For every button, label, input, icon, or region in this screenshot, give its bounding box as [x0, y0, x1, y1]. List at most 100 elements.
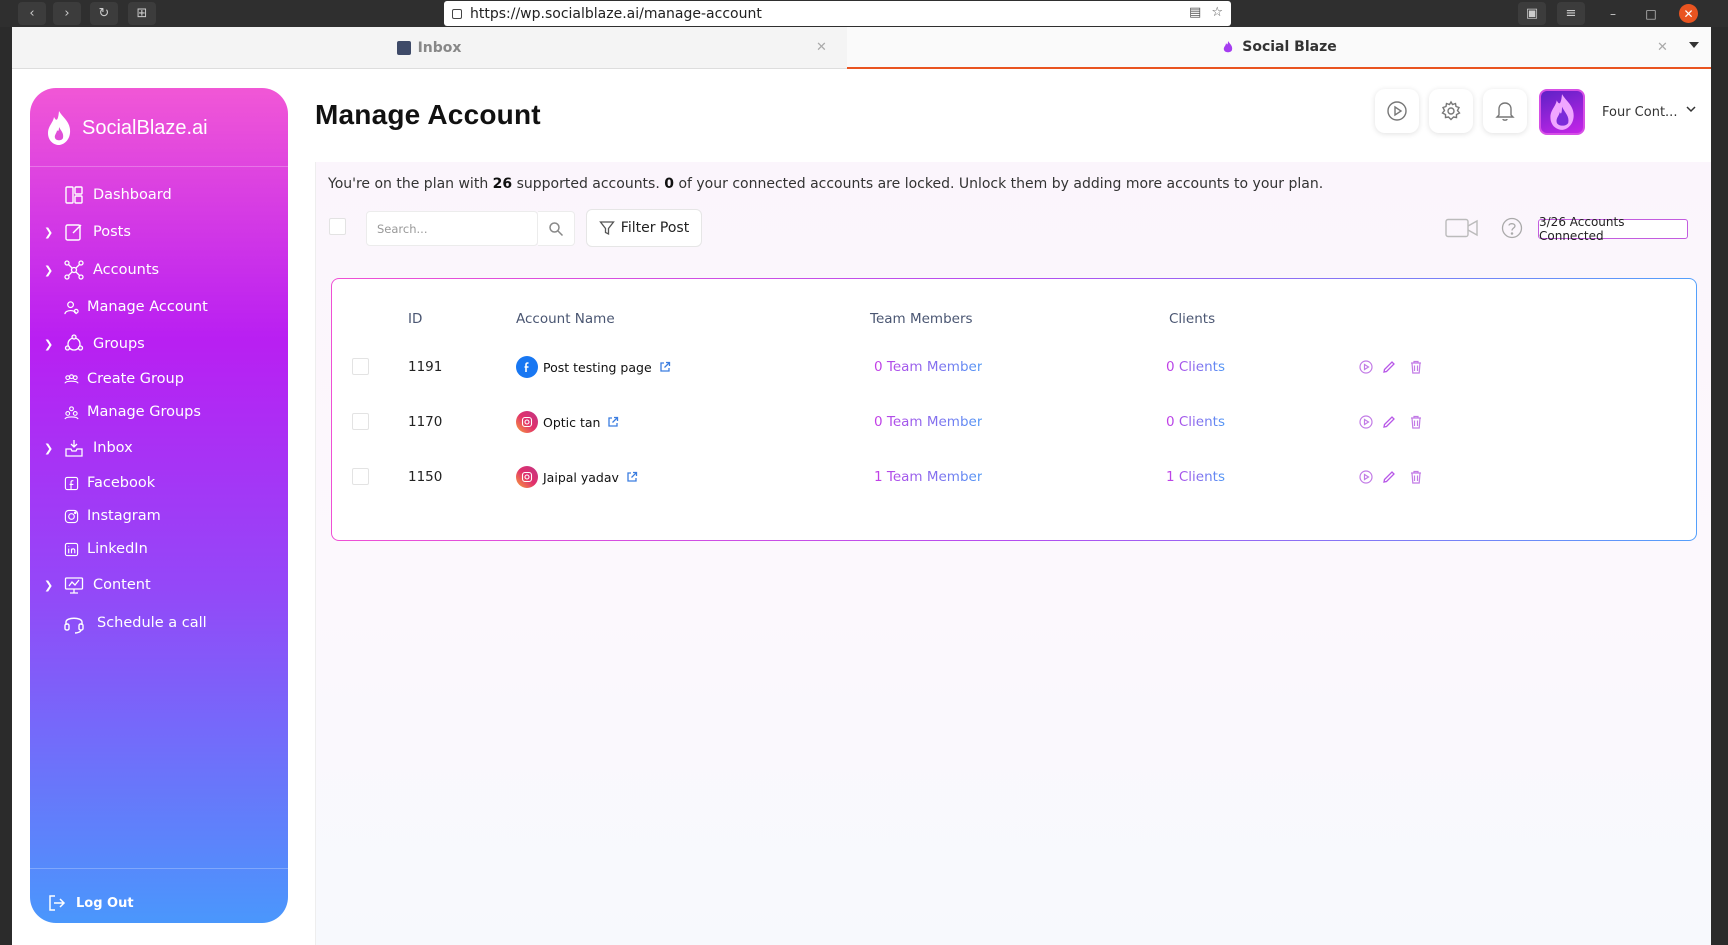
sidebar-item-label: Manage Account: [87, 299, 208, 315]
window-close-button[interactable]: ✕: [1679, 4, 1698, 23]
trash-icon[interactable]: [1409, 415, 1423, 429]
filter-post-button[interactable]: Filter Post: [586, 209, 702, 247]
chevron-down-icon[interactable]: [1685, 103, 1697, 115]
avatar[interactable]: [1539, 89, 1585, 135]
notifications-button[interactable]: [1483, 89, 1527, 133]
sidebar-item-schedule-call[interactable]: Schedule a call: [63, 612, 207, 634]
chevron-right-icon: ❯: [44, 578, 54, 592]
reload-button[interactable]: ↻: [90, 2, 118, 25]
sidebar-item-instagram[interactable]: Instagram: [63, 508, 161, 524]
close-icon[interactable]: ✕: [1657, 40, 1668, 55]
menu-button[interactable]: ≡: [1557, 2, 1585, 25]
account-name[interactable]: Post testing page: [543, 360, 652, 375]
header-account-name: Account Name: [516, 311, 615, 327]
play-circle-icon[interactable]: [1359, 360, 1373, 374]
close-icon[interactable]: ✕: [816, 40, 827, 55]
tab-list-chevron-icon[interactable]: [1689, 42, 1699, 48]
team-members-link[interactable]: 0 Team Member: [874, 359, 982, 375]
filter-icon: [598, 221, 615, 236]
sidebar-item-inbox[interactable]: ❯ Inbox: [30, 437, 133, 459]
inbox-icon: [63, 437, 85, 459]
bookmark-star-icon[interactable]: ☆: [1211, 5, 1223, 20]
settings-button[interactable]: [1429, 89, 1473, 133]
plan-info: You're on the plan with 26 supported acc…: [328, 176, 1323, 192]
extension-button[interactable]: ▣: [1518, 2, 1546, 25]
plan-text: You're on the plan with: [328, 176, 493, 192]
brand-logo[interactable]: SocialBlaze.ai: [44, 108, 208, 148]
tab-social-blaze[interactable]: Social Blaze ✕: [847, 27, 1711, 69]
external-link-icon[interactable]: [607, 416, 619, 428]
instagram-icon: [63, 508, 79, 524]
facebook-icon: [516, 356, 538, 378]
row-checkbox[interactable]: [352, 358, 369, 375]
lock-icon: [452, 8, 462, 19]
search-button[interactable]: [538, 211, 575, 246]
table-row: 1170 Optic tan 0 Team Member 0 Clients: [332, 403, 1695, 443]
edit-icon[interactable]: [1382, 360, 1396, 374]
row-checkbox[interactable]: [352, 413, 369, 430]
tutorial-video-button[interactable]: [1375, 89, 1419, 133]
sidebar: SocialBlaze.ai Dashboard ❯ Posts ❯ Accou…: [30, 88, 288, 923]
chevron-right-icon: ❯: [44, 337, 54, 351]
edit-icon[interactable]: [1382, 470, 1396, 484]
org-name[interactable]: Four Cont...: [1602, 105, 1677, 120]
sidebar-item-label: Accounts: [93, 262, 160, 278]
select-all-checkbox[interactable]: [329, 218, 346, 235]
reader-view-icon[interactable]: ▤: [1189, 5, 1201, 20]
account-name[interactable]: Jaipal yadav: [543, 470, 619, 485]
facebook-icon: [63, 475, 79, 491]
forward-button[interactable]: ›: [53, 2, 81, 25]
tab-strip: Inbox ✕ Social Blaze ✕: [12, 27, 1711, 69]
flame-avatar-icon: [1550, 94, 1574, 130]
accounts-table: ID Account Name Team Members Clients 119…: [331, 278, 1697, 541]
play-circle-icon[interactable]: [1359, 470, 1373, 484]
back-button[interactable]: ‹: [18, 2, 46, 25]
clients-link[interactable]: 0 Clients: [1166, 414, 1225, 430]
minimize-button[interactable]: –: [1600, 2, 1626, 25]
clients-link[interactable]: 0 Clients: [1166, 359, 1225, 375]
table-row: 1191 Post testing page 0 Team Member 0 C…: [332, 348, 1695, 388]
tab-inbox[interactable]: Inbox ✕: [12, 27, 846, 69]
sidebar-item-dashboard[interactable]: Dashboard: [63, 184, 172, 206]
account-name-cell: Jaipal yadav: [516, 466, 638, 488]
sidebar-item-accounts[interactable]: ❯ Accounts: [30, 259, 159, 281]
url-bar[interactable]: https://wp.socialblaze.ai/manage-account…: [444, 1, 1231, 26]
chevron-right-icon: ❯: [44, 225, 54, 239]
team-members-link[interactable]: 0 Team Member: [874, 414, 982, 430]
help-icon[interactable]: [1501, 217, 1523, 239]
search-input[interactable]: Search...: [366, 211, 538, 246]
external-link-icon[interactable]: [659, 361, 671, 373]
header-id: ID: [408, 311, 423, 327]
maximize-button[interactable]: □: [1638, 2, 1664, 25]
sidebar-item-manage-account[interactable]: Manage Account: [63, 299, 208, 315]
video-camera-icon[interactable]: [1445, 218, 1479, 238]
sidebar-item-posts[interactable]: ❯ Posts: [30, 221, 131, 243]
table-row: 1150 Jaipal yadav 1 Team Member 1 Client…: [332, 458, 1695, 498]
team-members-link[interactable]: 1 Team Member: [874, 469, 982, 485]
sidebar-item-facebook[interactable]: Facebook: [63, 475, 155, 491]
browser-chrome: ‹ › ↻ ⊞ https://wp.socialblaze.ai/manage…: [0, 0, 1728, 27]
clients-link[interactable]: 1 Clients: [1166, 469, 1225, 485]
chevron-right-icon: ❯: [44, 263, 54, 277]
row-checkbox[interactable]: [352, 468, 369, 485]
locked-count: 0: [664, 176, 674, 192]
search-icon: [549, 221, 564, 236]
manage-groups-icon: [63, 404, 79, 420]
sidebar-item-content[interactable]: ❯ Content: [30, 574, 151, 596]
sidebar-item-groups[interactable]: ❯ Groups: [30, 333, 145, 355]
edit-icon[interactable]: [1382, 415, 1396, 429]
sidebar-item-label: Content: [93, 577, 151, 593]
divider: [30, 166, 288, 167]
new-tab-button[interactable]: ⊞: [128, 2, 156, 25]
sidebar-item-label: Posts: [93, 224, 131, 240]
sidebar-item-manage-groups[interactable]: Manage Groups: [63, 404, 201, 420]
sidebar-item-linkedin[interactable]: LinkedIn: [63, 541, 148, 557]
trash-icon[interactable]: [1409, 360, 1423, 374]
sidebar-item-create-group[interactable]: Create Group: [63, 371, 184, 387]
logout-button[interactable]: Log Out: [46, 892, 134, 914]
external-link-icon[interactable]: [626, 471, 638, 483]
account-name[interactable]: Optic tan: [543, 415, 600, 430]
play-circle-icon[interactable]: [1359, 415, 1373, 429]
trash-icon[interactable]: [1409, 470, 1423, 484]
instagram-icon: [516, 411, 538, 433]
